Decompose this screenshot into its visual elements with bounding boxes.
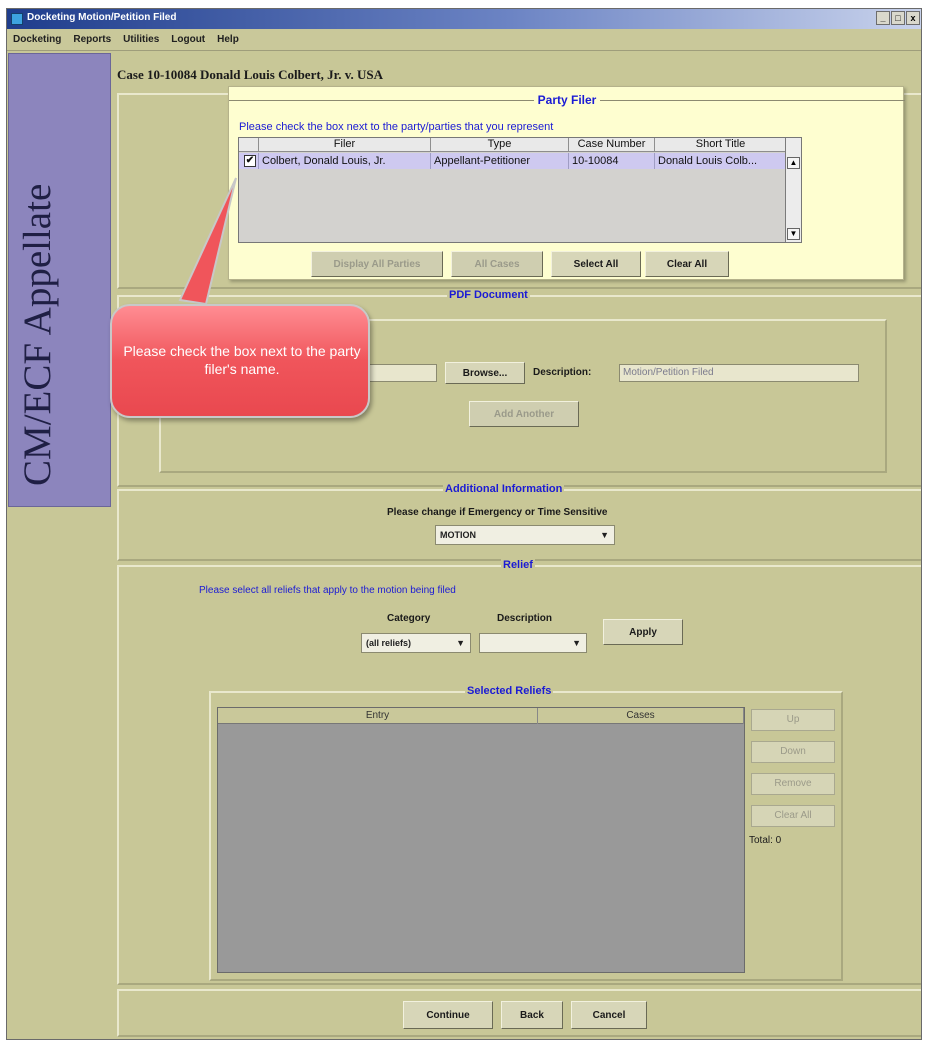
remove-button[interactable]: Remove — [751, 773, 835, 795]
chevron-down-icon: ▼ — [456, 638, 465, 648]
short-title-cell: Donald Louis Colb... — [655, 153, 787, 169]
column-filer[interactable]: Filer — [259, 138, 431, 151]
all-cases-button[interactable]: All Cases — [451, 251, 543, 277]
callout-tooltip: Please check the box next to the party f… — [110, 304, 370, 418]
down-button[interactable]: Down — [751, 741, 835, 763]
emergency-select-value: MOTION — [440, 530, 476, 540]
check-cell: ✔ — [239, 153, 259, 169]
menu-utilities[interactable]: Utilities — [123, 34, 159, 45]
selected-reliefs-title: Selected Reliefs — [465, 685, 554, 697]
party-table-scrollbar[interactable]: ▲ ▼ — [785, 138, 801, 242]
maximize-button[interactable]: □ — [891, 11, 905, 25]
relief-description-label: Description — [497, 613, 553, 624]
column-cases[interactable]: Cases — [538, 708, 744, 724]
brand-logo: CM/ECF Appellate — [16, 183, 59, 486]
pdf-section-title: PDF Document — [447, 289, 530, 301]
scroll-up-icon[interactable]: ▲ — [787, 157, 800, 169]
party-table-header: Filer Type Case Number Short Title — [239, 138, 787, 152]
party-filer-table[interactable]: Filer Type Case Number Short Title ✔ Col… — [238, 137, 802, 243]
column-case-number[interactable]: Case Number — [569, 138, 655, 151]
category-select[interactable]: (all reliefs) ▼ — [361, 633, 471, 653]
table-row[interactable]: ✔ Colbert, Donald Louis, Jr. Appellant-P… — [239, 153, 787, 169]
relief-section-title: Relief — [501, 559, 535, 571]
party-filer-title: Party Filer — [229, 93, 905, 107]
party-filer-instruction: Please check the box next to the party/p… — [239, 121, 554, 133]
close-button[interactable]: x — [906, 11, 920, 25]
window-title: Docketing Motion/Petition Filed — [27, 12, 177, 23]
party-filer-dialog: Party Filer Please check the box next to… — [228, 86, 905, 280]
selected-reliefs-header: Entry Cases — [218, 708, 744, 724]
menu-reports[interactable]: Reports — [73, 34, 111, 45]
display-all-parties-button[interactable]: Display All Parties — [311, 251, 443, 277]
minimize-button[interactable]: _ — [876, 11, 890, 25]
description-label: Description: — [533, 367, 592, 378]
relief-description-select[interactable]: ▼ — [479, 633, 587, 653]
chevron-down-icon: ▼ — [600, 530, 609, 540]
additional-section-title: Additional Information — [443, 483, 565, 495]
relief-instruction: Please select all reliefs that apply to … — [199, 585, 456, 596]
back-button[interactable]: Back — [501, 1001, 563, 1029]
clear-all-reliefs-button[interactable]: Clear All — [751, 805, 835, 827]
chevron-down-icon: ▼ — [572, 638, 581, 648]
title-bar: Docketing Motion/Petition Filed _ □ x — [7, 9, 921, 29]
select-all-button[interactable]: Select All — [551, 251, 641, 277]
sidebar-brand-panel: CM/ECF Appellate — [8, 53, 111, 507]
add-another-button[interactable]: Add Another — [469, 401, 579, 427]
column-entry[interactable]: Entry — [218, 708, 538, 724]
emergency-prompt: Please change if Emergency or Time Sensi… — [387, 507, 608, 518]
menu-logout[interactable]: Logout — [171, 34, 205, 45]
filer-cell: Colbert, Donald Louis, Jr. — [259, 153, 431, 169]
column-short-title[interactable]: Short Title — [655, 138, 787, 151]
app-icon — [11, 13, 23, 25]
menu-docketing[interactable]: Docketing — [13, 34, 61, 45]
total-count: Total: 0 — [749, 835, 782, 846]
case-title: Case 10-10084 Donald Louis Colbert, Jr. … — [117, 67, 384, 82]
apply-button[interactable]: Apply — [603, 619, 683, 645]
emergency-select[interactable]: MOTION ▼ — [435, 525, 615, 545]
party-checkbox[interactable]: ✔ — [244, 155, 256, 167]
selected-reliefs-table[interactable]: Entry Cases — [217, 707, 745, 973]
category-label: Category — [387, 613, 431, 624]
browse-button[interactable]: Browse... — [445, 362, 525, 384]
description-field[interactable]: Motion/Petition Filed — [619, 364, 859, 382]
callout-text: Please check the box next to the party f… — [123, 343, 361, 377]
continue-button[interactable]: Continue — [403, 1001, 493, 1029]
menu-help[interactable]: Help — [217, 34, 239, 45]
category-select-value: (all reliefs) — [366, 638, 412, 648]
clear-all-button[interactable]: Clear All — [645, 251, 729, 277]
type-cell: Appellant-Petitioner — [431, 153, 569, 169]
case-number-cell: 10-10084 — [569, 153, 655, 169]
scroll-down-icon[interactable]: ▼ — [787, 228, 800, 240]
cancel-button[interactable]: Cancel — [571, 1001, 647, 1029]
menu-bar: Docketing Reports Utilities Logout Help — [7, 29, 921, 51]
column-check — [239, 138, 259, 151]
up-button[interactable]: Up — [751, 709, 835, 731]
column-type[interactable]: Type — [431, 138, 569, 151]
